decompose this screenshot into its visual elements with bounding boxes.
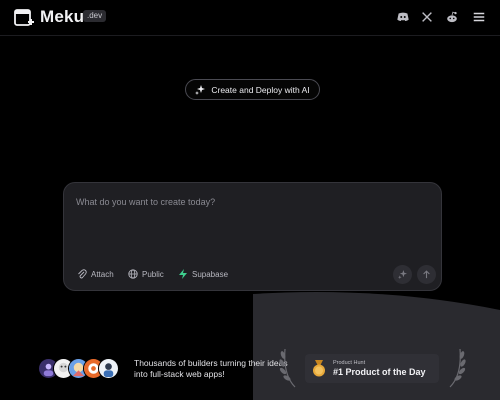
public-label: Public (142, 269, 164, 279)
globe-icon (128, 269, 138, 279)
brand-name[interactable]: Meku (40, 7, 84, 27)
public-button[interactable]: Public (128, 269, 164, 279)
enhance-prompt-button[interactable] (393, 265, 412, 284)
laurel-left-icon (279, 348, 296, 388)
attach-label: Attach (91, 269, 114, 279)
product-hunt-title: #1 Product of the Day (333, 367, 426, 377)
laurel-right-icon (449, 348, 466, 388)
discord-icon[interactable] (396, 10, 410, 24)
supabase-label: Supabase (192, 269, 229, 279)
supabase-bolt-icon (179, 269, 187, 279)
menu-icon[interactable] (472, 10, 486, 24)
supabase-button[interactable]: Supabase (178, 269, 228, 279)
sparkle-icon (398, 270, 407, 279)
x-icon[interactable] (420, 10, 434, 24)
top-nav: Meku .dev (0, 0, 500, 36)
social-proof-text: Thousands of builders turning their idea… (134, 358, 288, 379)
submit-button[interactable] (417, 265, 436, 284)
paperclip-icon (78, 269, 87, 279)
meku-logo-icon[interactable] (14, 8, 34, 28)
create-deploy-pill[interactable]: Create and Deploy with AI (185, 79, 320, 100)
reddit-icon[interactable] (445, 10, 459, 24)
prompt-card: Attach Public Supabase (63, 182, 442, 291)
product-hunt-eyebrow: Product Hunt (333, 360, 366, 366)
prompt-input[interactable] (76, 197, 426, 207)
attach-button[interactable]: Attach (77, 269, 114, 279)
builder-avatars (38, 358, 122, 380)
avatar (98, 358, 119, 379)
dev-badge: .dev (83, 10, 107, 22)
pill-label: Create and Deploy with AI (211, 84, 310, 95)
product-hunt-badge[interactable]: Product Hunt #1 Product of the Day (305, 354, 439, 383)
sparkle-icon (195, 84, 206, 95)
arrow-up-icon (423, 270, 430, 279)
medal-icon (313, 360, 325, 377)
